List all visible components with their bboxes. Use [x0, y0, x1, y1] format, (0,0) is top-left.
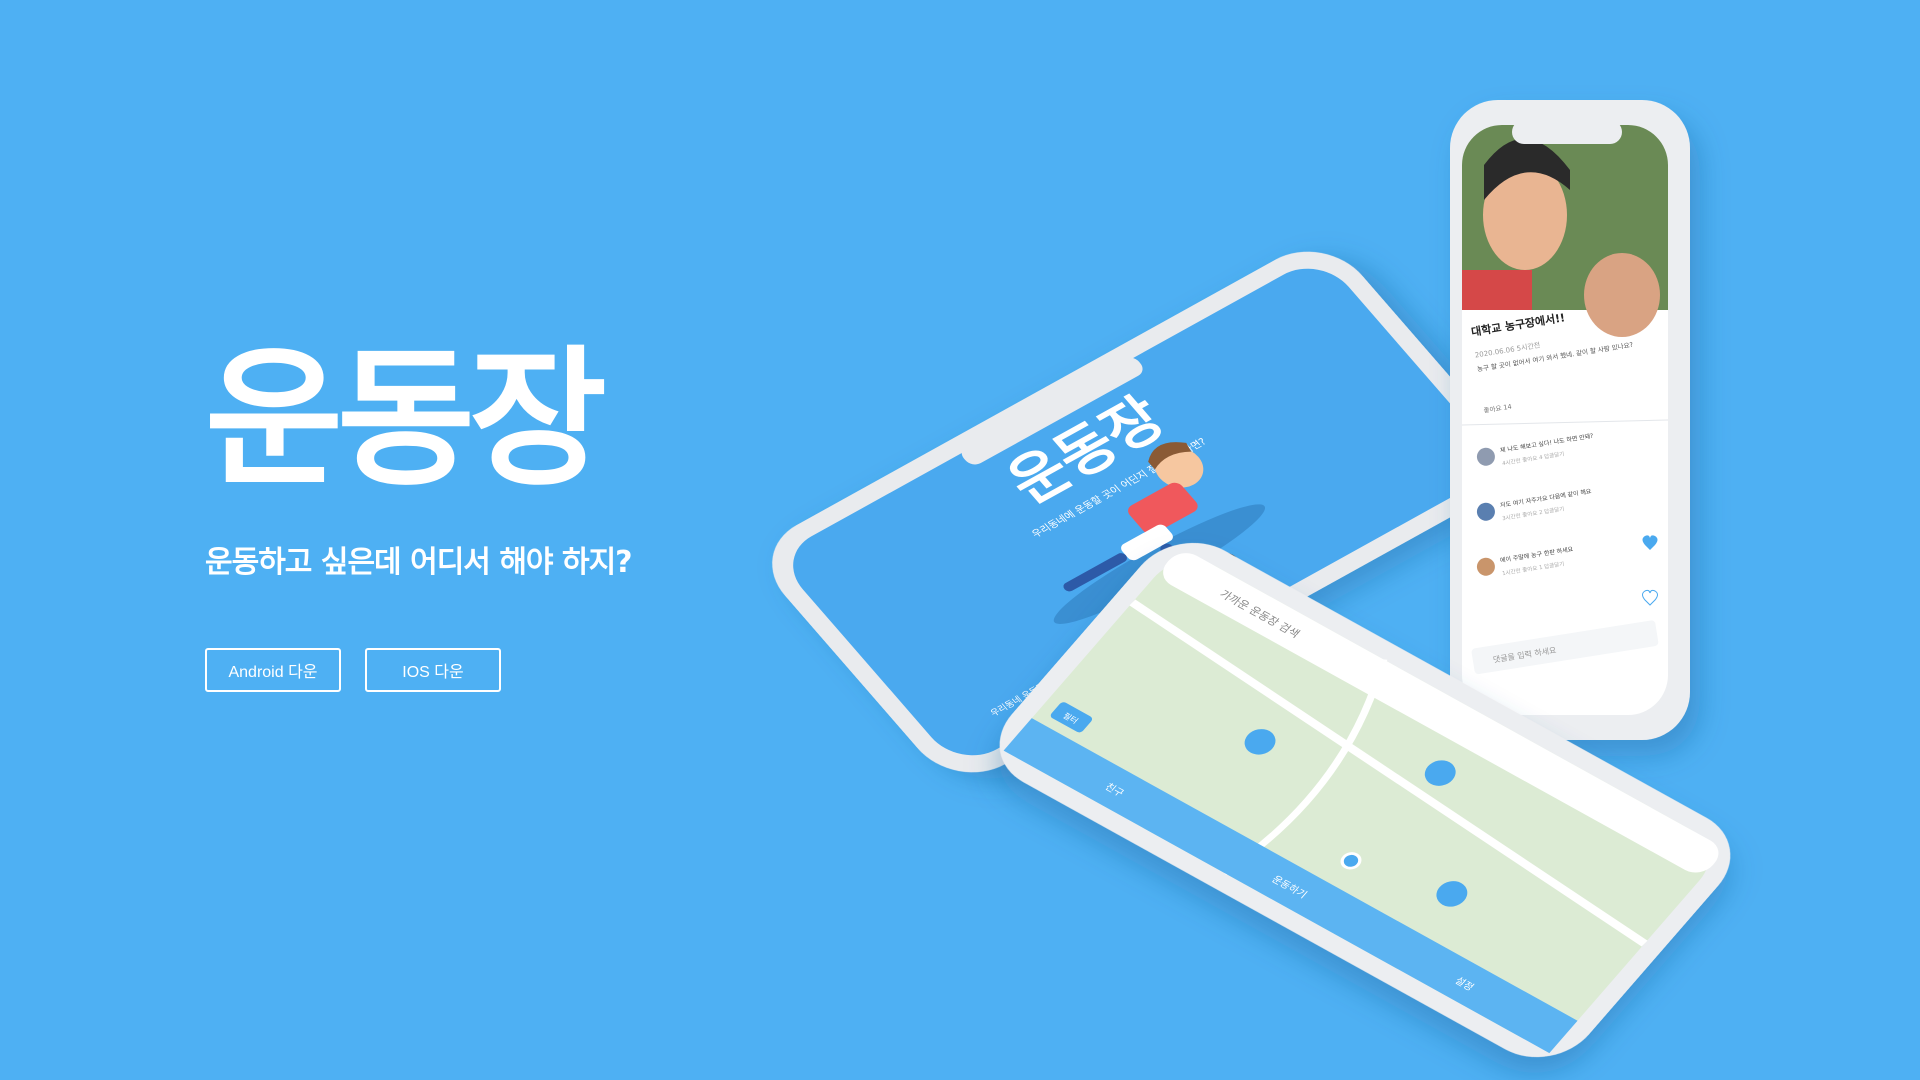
- likes-count: 좋아요 14: [1483, 402, 1512, 415]
- filter-button[interactable]: [1049, 701, 1094, 734]
- comment-item: 저도 여기 자주가요 다음에 같이 해요 3시간전 좋아요 2 답글달기: [1476, 487, 1592, 522]
- ios-download-button[interactable]: IOS 다운: [365, 648, 501, 692]
- nav-item-settings[interactable]: 설정: [1452, 975, 1476, 993]
- post-card: 대학교 농구장에서!! 2020.06.06 5시간전 농구 할 곳이 없어서 …: [1470, 310, 1633, 415]
- nav-item-exercise[interactable]: 운동하기: [1269, 873, 1310, 901]
- location-pin-icon[interactable]: [1419, 756, 1462, 791]
- splash-subtitle: 우리동네에 운동할 곳이 어딘지 잘 모르겠다면?: [1030, 436, 1209, 540]
- map-phone: 가까운 운동장 검색 친구 운동하기 설정 필터: [999, 542, 1731, 1058]
- download-buttons: Android 다운 IOS 다운: [205, 648, 725, 692]
- location-pin-icon[interactable]: [1238, 724, 1281, 759]
- current-location-icon: [1340, 852, 1362, 870]
- splash-notch: [961, 357, 1143, 465]
- splash-phone: 운동장 우리동네에 운동할 곳이 어딘지 잘 모르겠다면? 우리동네 운동장에서…: [772, 251, 1508, 773]
- heart-icon[interactable]: [1642, 535, 1658, 550]
- location-pin-icon[interactable]: [1430, 876, 1473, 911]
- svg-text:저도 여기 자주가요 다음에 같이 해요: 저도 여기 자주가요 다음에 같이 해요: [1499, 487, 1592, 509]
- splash-bottom-text: 우리동네 운동장에서 놀자!: [988, 662, 1083, 719]
- bottom-nav: [1003, 718, 1578, 1054]
- map-search-placeholder: 가까운 운동장 검색: [1217, 588, 1302, 641]
- feed-notch: [1512, 120, 1622, 144]
- svg-text:1시간전 좋아요 1 답글달기: 1시간전 좋아요 1 답글달기: [1502, 559, 1565, 577]
- heart-icon[interactable]: [1642, 589, 1658, 606]
- comment-list: 제 나도 해보고 싶다! 나도 하면 안돼? 4시간전 좋아요 4 답글달기 저…: [1476, 432, 1594, 577]
- post-title: 대학교 농구장에서!!: [1470, 310, 1566, 339]
- soccer-player-illustration: [1053, 442, 1266, 624]
- feed-phone: 대학교 농구장에서!! 2020.06.06 5시간전 농구 할 곳이 없어서 …: [1450, 100, 1690, 740]
- svg-text:3시간전 좋아요 2 답글달기: 3시간전 좋아요 2 답글달기: [1502, 504, 1565, 522]
- svg-text:제 나도 해보고 싶다! 나도 하면 안돼?: 제 나도 해보고 싶다! 나도 하면 안돼?: [1499, 432, 1593, 455]
- post-body: 농구 할 곳이 없어서 여기 와서 했네. 같이 할 사람 있나요?: [1476, 340, 1633, 374]
- map-view[interactable]: [1004, 547, 1727, 1053]
- hero-section: 운동장 운동하고 싶은데 어디서 해야 하지? Android 다운 IOS 다…: [205, 345, 725, 692]
- app-logo-title: 운동장: [205, 333, 607, 507]
- comment-input[interactable]: [1471, 620, 1659, 675]
- svg-text:에이 주말에 농구 한판 하세요: 에이 주말에 농구 한판 하세요: [1499, 545, 1574, 565]
- post-date: 2020.06.06 5시간전: [1474, 340, 1541, 359]
- android-download-button[interactable]: Android 다운: [205, 648, 341, 692]
- comment-input-placeholder: 댓글을 입력 하세요: [1492, 645, 1557, 665]
- splash-logo: 운동장: [994, 386, 1179, 515]
- comment-item: 제 나도 해보고 싶다! 나도 하면 안돼? 4시간전 좋아요 4 답글달기: [1476, 432, 1594, 467]
- tagline: 운동하고 싶은데 어디서 해야 하지?: [205, 545, 633, 580]
- filter-label: 필터: [1061, 711, 1080, 726]
- comment-item: 에이 주말에 농구 한판 하세요 1시간전 좋아요 1 답글달기: [1476, 545, 1574, 577]
- nav-item-friends[interactable]: 친구: [1102, 781, 1126, 799]
- post-photo: [1462, 125, 1668, 310]
- svg-text:4시간전 좋아요 4 답글달기: 4시간전 좋아요 4 답글달기: [1502, 449, 1565, 467]
